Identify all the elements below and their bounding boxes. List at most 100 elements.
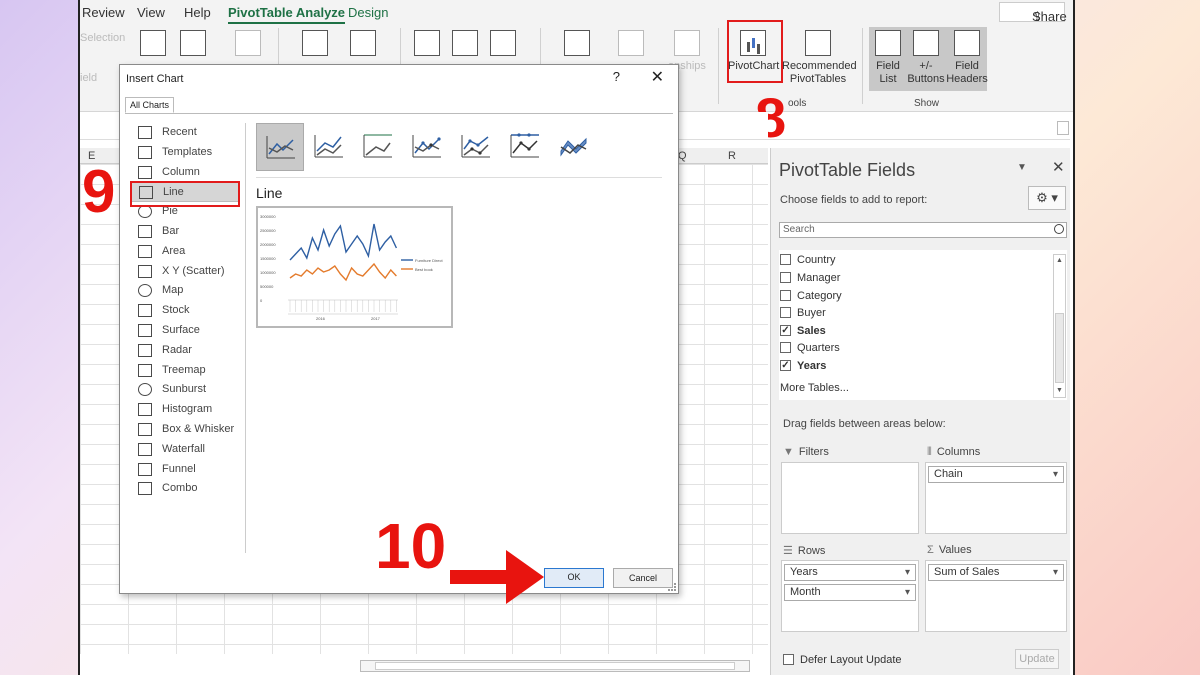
formula-expand-button[interactable] [1057, 121, 1069, 135]
checkbox[interactable] [780, 307, 791, 318]
field-sales[interactable]: ✓ Sales [779, 323, 826, 340]
recommended-label-1: Recommended [782, 60, 857, 72]
checkbox[interactable] [780, 342, 791, 353]
select-button[interactable] [452, 30, 478, 60]
chart-type-column[interactable]: Column [130, 163, 240, 183]
checkbox[interactable] [780, 254, 791, 265]
defer-layout-update[interactable]: Defer Layout Update [783, 652, 902, 666]
checkbox[interactable] [780, 290, 791, 301]
close-icon[interactable]: ✕ [651, 67, 664, 87]
scroll-down-icon[interactable]: ▼ [1054, 385, 1065, 397]
chart-type-label: Templates [162, 145, 213, 158]
column-header-q[interactable]: Q [678, 150, 687, 162]
chart-type-templates[interactable]: Templates [130, 143, 240, 163]
chart-type-radar[interactable]: Radar [130, 341, 240, 361]
subtype-line-markers[interactable] [403, 123, 451, 171]
chart-type-sunburst[interactable]: Sunburst [130, 380, 240, 400]
pie-chart-icon [138, 205, 152, 219]
checkbox-checked-icon[interactable]: ✓ [780, 325, 791, 336]
chart-type-waterfall[interactable]: Waterfall [130, 440, 240, 460]
checkbox[interactable] [780, 272, 791, 283]
ok-button[interactable]: OK [544, 568, 604, 588]
search-icon [1054, 224, 1064, 234]
search-input[interactable]: Search [779, 222, 1067, 238]
column-header-r[interactable]: R [728, 150, 736, 162]
resize-grip-icon[interactable] [668, 583, 676, 591]
field-buyer[interactable]: Buyer [779, 305, 826, 322]
rows-field-month[interactable]: Month [784, 584, 916, 601]
field-headers-button[interactable]: Field Headers [946, 30, 988, 86]
scroll-thumb[interactable] [1055, 313, 1064, 383]
chart-type-scatter[interactable]: X Y (Scatter) [130, 262, 240, 282]
recommended-pivottables-button[interactable]: Recommended PivotTables [782, 30, 857, 86]
columns-field-chain[interactable]: Chain [928, 466, 1064, 483]
chart-type-histogram[interactable]: Histogram [130, 400, 240, 420]
field-years[interactable]: ✓ Years [779, 358, 826, 375]
share-button[interactable]: ⇪ Share [999, 2, 1067, 24]
chart-type-area[interactable]: Area [130, 242, 240, 262]
timeline-button[interactable] [235, 30, 261, 60]
subtype-stacked-line[interactable] [305, 123, 353, 171]
field-manager[interactable]: Manager [779, 270, 840, 287]
chart-type-treemap[interactable]: Treemap [130, 361, 240, 381]
move-pivottable-button[interactable] [490, 30, 516, 60]
field-list-label-2: List [879, 73, 897, 85]
fields-items-button[interactable] [564, 30, 590, 60]
select-icon [452, 30, 478, 56]
chart-type-surface[interactable]: Surface [130, 321, 240, 341]
tab-review[interactable]: Review [82, 5, 125, 20]
subtype-stacked-line-markers[interactable] [452, 123, 500, 171]
change-source-button[interactable] [350, 30, 376, 60]
chart-type-label: Combo [162, 482, 198, 495]
pane-options-chevron-icon[interactable]: ▼ [1017, 162, 1027, 173]
filters-drop-area[interactable] [781, 462, 919, 534]
preview-y-tick: 500000 [260, 284, 274, 289]
values-field-sum-of-sales[interactable]: Sum of Sales [928, 564, 1064, 581]
filter-icon: ▼ [783, 446, 794, 458]
chart-type-combo[interactable]: Combo [130, 479, 240, 499]
tab-pivottable-analyze[interactable]: PivotTable Analyze [228, 5, 346, 25]
gear-icon[interactable]: ⚙ ▾ [1028, 186, 1066, 210]
tab-help[interactable]: Help [184, 5, 211, 20]
chart-type-funnel[interactable]: Funnel [130, 460, 240, 480]
chart-preview[interactable]: 3000000 2500000 2000000 1500000 1000000 50000… [256, 206, 453, 328]
plus-minus-buttons-button[interactable]: +/- Buttons [906, 30, 946, 86]
checkbox-checked-icon[interactable]: ✓ [780, 360, 791, 371]
slicer-button[interactable] [180, 30, 206, 60]
subtype-3d-line[interactable] [550, 123, 598, 171]
subtype-100-stacked-line[interactable] [354, 123, 402, 171]
rows-field-years[interactable]: Years [784, 564, 916, 581]
scroll-up-icon[interactable]: ▲ [1054, 255, 1065, 267]
field-list-button[interactable]: Field List [870, 30, 906, 86]
tab-all-charts[interactable]: All Charts [125, 97, 175, 113]
checkbox[interactable] [783, 654, 794, 665]
tab-design[interactable]: Design [348, 5, 388, 20]
field-country[interactable]: Country [779, 252, 836, 269]
chart-type-stock[interactable]: Stock [130, 301, 240, 321]
help-button[interactable]: ? [613, 69, 620, 84]
chart-type-bar[interactable]: Bar [130, 222, 240, 242]
subtype-line[interactable] [256, 123, 304, 171]
chart-type-recent[interactable]: Recent [130, 123, 240, 143]
scroll-thumb[interactable] [375, 662, 735, 670]
chart-type-box-whisker[interactable]: Box & Whisker [130, 420, 240, 440]
update-button[interactable]: Update [1015, 649, 1059, 669]
preview-series-2 [289, 262, 397, 282]
field-quarters[interactable]: Quarters [779, 340, 840, 357]
field-category[interactable]: Category [779, 288, 842, 305]
pane-close-icon[interactable]: ✕ [1052, 158, 1065, 176]
chart-type-map[interactable]: Map [130, 281, 240, 301]
field-list-scrollbar[interactable]: ▲ ▼ [1053, 254, 1066, 398]
filter-icon [140, 30, 166, 56]
filter-button[interactable] [140, 30, 166, 60]
tab-view[interactable]: View [137, 5, 165, 20]
more-tables-link[interactable]: More Tables... [780, 382, 849, 394]
refresh-button[interactable] [302, 30, 328, 60]
cancel-button[interactable]: Cancel [613, 568, 673, 588]
olap-tools-button[interactable] [618, 30, 644, 60]
clear-button[interactable] [414, 30, 440, 60]
chart-type-label: Box & Whisker [162, 422, 235, 435]
horizontal-scrollbar[interactable] [360, 660, 750, 672]
subtype-100-stacked-line-markers[interactable] [501, 123, 549, 171]
chart-type-label: Bar [162, 224, 180, 237]
